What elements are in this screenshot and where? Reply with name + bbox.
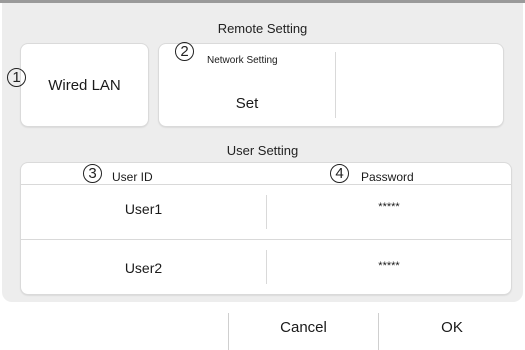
network-setting-label: Network Setting: [207, 55, 278, 66]
blank-button: [0, 305, 228, 350]
password-cell: *****: [378, 260, 400, 272]
wired-lan-label: Wired LAN: [48, 77, 121, 94]
action-bar: Cancel OK: [0, 305, 525, 350]
callout-4: 4: [330, 164, 349, 183]
password-cell: *****: [378, 201, 400, 213]
ok-button[interactable]: OK: [379, 305, 525, 350]
callout-3: 3: [83, 164, 102, 183]
remote-setting-title: Remote Setting: [217, 21, 308, 36]
password-header: Password: [361, 170, 414, 184]
user-id-cell: User2: [124, 260, 163, 276]
cancel-button[interactable]: Cancel: [229, 305, 378, 350]
table-row[interactable]: User1 *****: [21, 185, 511, 239]
callout-1: 1: [7, 68, 26, 87]
user-setting-title: User Setting: [226, 143, 299, 158]
user-id-cell: User1: [124, 201, 163, 217]
user-id-header: User ID: [112, 170, 153, 184]
wired-lan-button[interactable]: Wired LAN: [21, 44, 148, 126]
table-row[interactable]: User2 *****: [21, 240, 511, 294]
callout-2: 2: [175, 42, 194, 61]
network-setting-value: Set: [235, 95, 259, 112]
network-card-divider: [335, 52, 336, 118]
network-setting-card[interactable]: Network Setting Set: [159, 44, 503, 126]
